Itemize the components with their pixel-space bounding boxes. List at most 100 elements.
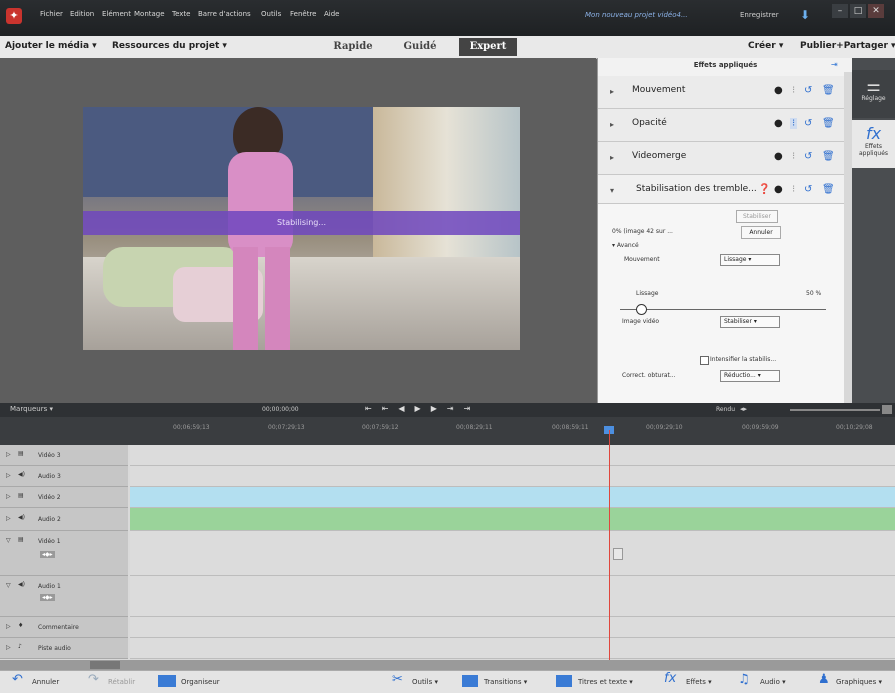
track-expand-icon[interactable]: ▷ [6,493,11,500]
timeline-ruler[interactable] [0,417,895,445]
redo-icon[interactable]: ↷ [88,672,99,687]
track-header-piste-audio[interactable]: ▷ ♪ Piste audio [0,638,128,659]
correction-select[interactable]: Réductio... ▾ [720,370,780,382]
menu-fenetre[interactable]: Fenêtre [290,10,316,18]
smoothing-slider-track[interactable] [620,309,826,310]
reset-icon[interactable]: ↺ [804,184,812,195]
zoom-slider[interactable] [790,409,880,411]
maximize-icon[interactable]: □ [850,4,866,18]
panel-scrollbar[interactable] [844,72,852,403]
reset-icon[interactable]: ↺ [804,85,812,96]
track-area-video3[interactable] [130,445,895,466]
track-expand-icon[interactable]: ▷ [6,623,11,630]
tab-expert[interactable]: Expert [459,38,517,56]
tab-rapide[interactable]: Rapide [328,38,378,56]
applied-effects-button[interactable]: fx Effets appliqués [852,120,895,168]
titles-icon[interactable] [556,675,572,687]
graphics-button[interactable]: Graphiques ▾ [836,678,882,686]
menu-edition[interactable]: Edition [70,10,94,18]
expand-arrow-icon[interactable]: ▸ [610,153,614,162]
music-icon[interactable]: ♫ [738,672,750,687]
expand-arrow-icon[interactable]: ▸ [610,87,614,96]
eye-icon[interactable]: ● [774,151,783,162]
eye-icon[interactable]: ● [774,118,783,129]
stabilize-button[interactable]: Stabiliser [736,210,778,223]
trash-icon[interactable]: 🗑 [822,184,835,195]
advanced-toggle[interactable]: ▾ Avancé [612,242,639,249]
track-area-commentaire[interactable] [130,617,895,638]
add-media-button[interactable]: Ajouter le média ▾ [5,41,97,51]
effect-row-mouvement[interactable]: ▸ Mouvement ● ⁝ ↺ 🗑 [598,76,844,109]
effects-button[interactable]: Effets ▾ [686,678,712,686]
menu-aide[interactable]: Aide [324,10,339,18]
publish-share-button[interactable]: Publier+Partager ▾ [800,41,895,51]
keyframe-icon[interactable]: ⁝ [792,151,795,162]
track-area-video1[interactable] [130,531,895,576]
project-assets-button[interactable]: Ressources du projet ▾ [112,41,227,51]
markers-menu[interactable]: Marqueurs ▾ [10,405,53,413]
trash-icon[interactable]: 🗑 [822,118,835,129]
reset-icon[interactable]: ↺ [804,151,812,162]
track-expand-icon[interactable]: ▽ [6,582,11,589]
menu-barre-actions[interactable]: Barre d'actions [198,10,251,18]
audio2-clip[interactable] [130,508,895,531]
track-expand-icon[interactable]: ▽ [6,537,11,544]
video2-clip[interactable] [130,487,895,508]
eye-icon[interactable]: ● [774,85,783,96]
adjust-button[interactable]: ⚌ Réglage [852,70,895,118]
organizer-button[interactable]: Organiseur [181,678,220,686]
collapse-arrow-icon[interactable]: ▾ [610,186,614,195]
motion-select[interactable]: Lissage ▾ [720,254,780,266]
keyframe-controls-icon[interactable]: ◂◆▸ [40,551,55,558]
track-area-audio1[interactable] [130,576,895,617]
result-select[interactable]: Stabiliser ▾ [720,316,780,328]
download-icon[interactable]: ⬇ [800,8,816,22]
create-button[interactable]: Créer ▾ [748,41,783,51]
zoom-end-icon[interactable] [882,405,892,414]
reset-icon[interactable]: ↺ [804,118,812,129]
track-header-audio3[interactable]: ▷ ◀) Audio 3 [0,466,128,487]
save-button[interactable]: Enregistrer [740,11,779,19]
expand-arrow-icon[interactable]: ▸ [610,120,614,129]
track-header-video3[interactable]: ▷ ▤ Vidéo 3 [0,445,128,466]
clip-marker-icon[interactable] [613,548,623,560]
playhead-line[interactable] [609,430,610,660]
smoothing-slider-thumb[interactable] [635,304,647,315]
transitions-icon[interactable] [462,675,478,687]
trash-icon[interactable]: 🗑 [822,85,835,96]
titles-button[interactable]: Titres et texte ▾ [578,678,633,686]
zoom-icon[interactable]: ◂▸ [740,405,747,413]
help-icon[interactable]: ❓ [758,184,770,195]
timeline-scrollbar[interactable] [0,660,895,670]
menu-outils[interactable]: Outils [261,10,281,18]
track-expand-icon[interactable]: ▷ [6,472,11,479]
track-expand-icon[interactable]: ▷ [6,515,11,522]
keyframe-icon[interactable]: ⁝ [792,85,795,96]
effect-row-opacite[interactable]: ▸ Opacité ● ⁝ ↺ 🗑 [598,109,844,142]
undo-icon[interactable]: ↶ [12,672,23,687]
audio-button[interactable]: Audio ▾ [760,678,786,686]
track-area-audio3[interactable] [130,466,895,487]
scrollbar-thumb[interactable] [90,661,120,669]
menu-element[interactable]: Elément [102,10,131,18]
intensify-checkbox[interactable] [700,356,709,365]
keyframe-controls-icon[interactable]: ◂◆▸ [40,594,55,601]
trash-icon[interactable]: 🗑 [822,151,835,162]
cancel-button[interactable]: Annuler [741,226,781,239]
menu-montage[interactable]: Montage [134,10,165,18]
render-label[interactable]: Rendu [716,406,735,413]
track-area-piste-audio[interactable] [130,638,895,659]
redo-button[interactable]: Rétablir [108,678,135,686]
track-expand-icon[interactable]: ▷ [6,644,11,651]
track-header-audio1[interactable]: ▽ ◀) Audio 1 ◂◆▸ [0,576,128,617]
close-icon[interactable]: ✕ [868,4,884,18]
track-expand-icon[interactable]: ▷ [6,451,11,458]
tab-guide[interactable]: Guidé [400,38,440,56]
effect-row-videomerge[interactable]: ▸ Videomerge ● ⁝ ↺ 🗑 [598,142,844,175]
track-header-video2[interactable]: ▷ ▤ Vidéo 2 [0,487,128,508]
fx-icon[interactable]: fx [664,671,676,686]
track-header-video1[interactable]: ▽ ▤ Vidéo 1 ◂◆▸ [0,531,128,576]
menu-fichier[interactable]: Fichier [40,10,63,18]
undo-button[interactable]: Annuler [32,678,59,686]
transitions-button[interactable]: Transitions ▾ [484,678,527,686]
